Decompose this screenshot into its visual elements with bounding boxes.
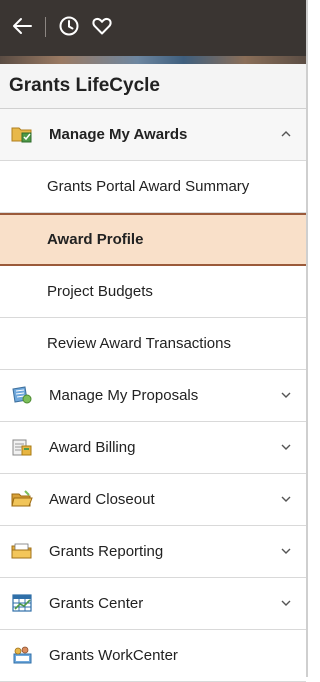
grants-navigation-panel: Grants LifeCycle Manage My Awards Grants… (0, 0, 308, 682)
clock-icon (59, 16, 79, 36)
nav-item-label: Grants Reporting (49, 543, 164, 560)
nav-item-label: Manage My Proposals (49, 387, 199, 404)
back-arrow-icon (13, 18, 32, 34)
nav-item-grants-center[interactable]: Grants Center (0, 578, 306, 630)
nav-menu: Manage My Awards Grants Portal Award Sum… (0, 109, 306, 682)
chevron-down-icon[interactable] (280, 441, 292, 453)
closeout-folder-icon (11, 490, 33, 507)
chevron-up-icon[interactable] (280, 128, 292, 140)
nav-item-award-closeout[interactable]: Award Closeout (0, 474, 306, 526)
grid-chart-icon (12, 594, 32, 612)
nav-item-manage-my-proposals[interactable]: Manage My Proposals (0, 370, 306, 422)
workcenter-icon (13, 646, 32, 664)
subitem-project-budgets[interactable]: Project Budgets (0, 266, 306, 318)
nav-item-label: Award Closeout (49, 491, 155, 508)
nav-item-award-billing[interactable]: Award Billing (0, 422, 306, 474)
billing-icon (12, 439, 32, 456)
heart-icon (92, 17, 112, 35)
awards-folder-icon (11, 127, 32, 143)
subitem-review-award-transactions[interactable]: Review Award Transactions (0, 318, 306, 370)
favorites-button[interactable] (86, 12, 118, 40)
reporting-folder-icon (11, 543, 32, 559)
top-toolbar (0, 0, 306, 64)
banner-strip (0, 56, 306, 64)
nav-item-label: Grants WorkCenter (49, 647, 178, 664)
proposals-icon (12, 386, 32, 404)
nav-item-label: Manage My Awards (49, 126, 188, 143)
nav-item-label: Grants Center (49, 595, 144, 612)
nav-item-grants-reporting[interactable]: Grants Reporting (0, 526, 306, 578)
history-button[interactable] (53, 12, 85, 40)
subitem-grants-portal-award-summary[interactable]: Grants Portal Award Summary (0, 161, 306, 213)
back-button[interactable] (6, 12, 38, 40)
chevron-down-icon[interactable] (280, 597, 292, 609)
nav-item-manage-my-awards[interactable]: Manage My Awards (0, 109, 306, 161)
toolbar-separator (45, 17, 46, 37)
nav-item-label: Award Billing (49, 439, 136, 456)
page-title: Grants LifeCycle (0, 64, 306, 109)
subitem-award-profile[interactable]: Award Profile (0, 213, 306, 266)
chevron-down-icon[interactable] (280, 389, 292, 401)
chevron-down-icon[interactable] (280, 545, 292, 557)
nav-item-grants-workcenter[interactable]: Grants WorkCenter (0, 630, 306, 682)
chevron-down-icon[interactable] (280, 493, 292, 505)
